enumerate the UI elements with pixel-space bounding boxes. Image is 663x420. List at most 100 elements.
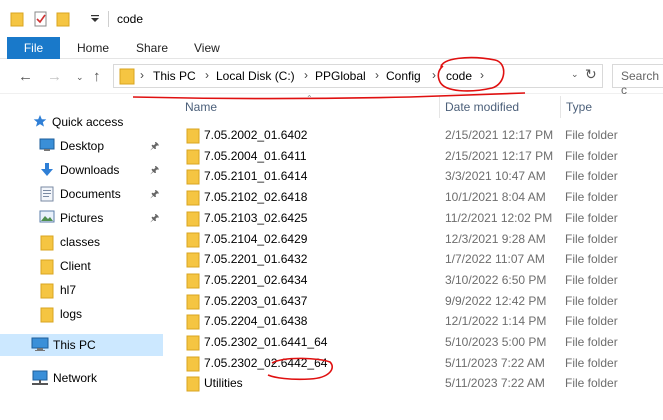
folder-icon — [186, 335, 200, 351]
file-type: File folder — [565, 376, 618, 391]
refresh-icon[interactable]: ↻ — [585, 66, 597, 83]
table-row[interactable]: 7.05.2101_01.6414 3/3/2021 10:47 AM File f… — [180, 165, 663, 187]
download-icon — [41, 163, 53, 176]
tab-home[interactable]: Home — [77, 41, 109, 55]
pin-icon[interactable]: 🖈 — [150, 211, 159, 228]
table-row[interactable]: 7.05.2302_02.6442_64 5/11/2023 7:22 AM Fil… — [180, 352, 663, 374]
sidebar-item-label: Client — [60, 259, 91, 273]
sidebar-item-client[interactable]: Client — [0, 255, 163, 277]
folder-icon — [40, 307, 54, 323]
pin-icon[interactable]: 🖈 — [150, 139, 159, 156]
pin-icon[interactable]: 🖈 — [150, 163, 159, 180]
sidebar-item-documents[interactable]: Documents 🖈 — [0, 183, 163, 205]
sidebar-item-classes[interactable]: classes — [0, 231, 163, 253]
folder-icon — [186, 314, 200, 330]
file-date-modified: 10/1/2021 8:04 AM — [445, 190, 546, 205]
chevron-right-icon[interactable]: › — [480, 68, 484, 82]
sidebar-item-downloads[interactable]: Downloads 🖈 — [0, 159, 163, 181]
computer-icon — [31, 337, 49, 351]
sidebar-item-label: Quick access — [52, 115, 124, 129]
table-row[interactable]: 7.05.2203_01.6437 9/9/2022 12:42 PM File f… — [180, 290, 663, 312]
column-divider[interactable] — [560, 96, 561, 118]
table-row[interactable]: 7.05.2002_01.6402 2/15/2021 12:17 PM File … — [180, 124, 663, 146]
column-divider[interactable] — [439, 96, 440, 118]
folder-icon — [186, 211, 200, 227]
window-title: code — [117, 12, 144, 26]
chevron-right-icon[interactable]: › — [375, 68, 379, 82]
table-row[interactable]: Utilities 5/11/2023 7:22 AM File folder — [180, 372, 663, 394]
file-name: 7.05.2302_01.6441_64 — [204, 335, 328, 349]
sidebar-item-quick-access[interactable]: Quick access — [0, 111, 163, 133]
file-type: File folder — [565, 293, 618, 308]
customize-toolbar-icon[interactable] — [90, 14, 100, 24]
sidebar-item-label: This PC — [53, 338, 96, 352]
table-row[interactable]: 7.05.2004_01.6411 2/15/2021 12:17 PM File … — [180, 145, 663, 167]
file-name: 7.05.2103_02.6425 — [204, 210, 308, 225]
breadcrumb-this-pc[interactable]: This PC — [153, 69, 196, 83]
chevron-right-icon[interactable]: › — [304, 68, 308, 82]
file-date-modified: 5/11/2023 7:22 AM — [445, 376, 545, 391]
tab-share[interactable]: Share — [136, 41, 168, 55]
table-row[interactable]: 7.05.2102_02.6418 10/1/2021 8:04 AM File f… — [180, 186, 663, 208]
new-folder-icon[interactable] — [56, 11, 70, 27]
chevron-right-icon[interactable]: › — [205, 68, 209, 82]
sidebar-item-network[interactable]: Network — [0, 367, 163, 389]
table-row[interactable]: 7.05.2103_02.6425 11/2/2021 12:02 PM File … — [180, 207, 663, 229]
table-row[interactable]: 7.05.2302_01.6441_64 5/10/2023 5:00 PM Fil… — [180, 331, 663, 353]
sidebar-item-label: Desktop — [60, 139, 105, 153]
folder-icon — [186, 356, 200, 372]
file-date-modified: 11/2/2021 12:02 PM — [445, 210, 553, 225]
tab-view[interactable]: View — [194, 41, 220, 55]
sort-up-icon: ⌃ — [306, 94, 313, 103]
file-type: File folder — [565, 210, 618, 225]
desktop-icon — [39, 138, 55, 151]
file-type: File folder — [565, 128, 618, 142]
file-name: 7.05.2204_01.6438 — [204, 314, 308, 329]
address-dropdown-icon[interactable]: ⌄ — [571, 69, 579, 80]
folder-icon — [186, 252, 200, 268]
forward-arrow-icon[interactable]: → — [47, 68, 62, 85]
recent-locations-icon[interactable]: ⌄ — [76, 72, 84, 83]
navigation-pane: Quick access Desktop 🖈 Downloads 🖈 Docum… — [0, 94, 165, 420]
table-row[interactable]: 7.05.2204_01.6438 12/1/2022 1:14 PM File f… — [180, 310, 663, 332]
tab-file[interactable]: File — [7, 37, 60, 59]
sidebar-item-hl7[interactable]: hl7 — [0, 279, 163, 301]
column-header-date[interactable]: Date modified — [445, 100, 519, 114]
table-row[interactable]: 7.05.2104_02.6429 12/3/2021 9:28 AM File f… — [180, 228, 663, 250]
pin-icon[interactable]: 🖈 — [150, 187, 159, 204]
sidebar-item-this-pc[interactable]: This PC — [0, 334, 163, 356]
folder-icon — [40, 235, 54, 251]
chevron-right-icon[interactable]: › — [140, 68, 144, 82]
folder-icon[interactable] — [10, 11, 24, 27]
folder-icon — [186, 376, 200, 392]
file-name: 7.05.2101_01.6414 — [204, 169, 308, 184]
sidebar-item-pictures[interactable]: Pictures 🖈 — [0, 207, 163, 229]
file-name: 7.05.2002_01.6402 — [204, 128, 308, 142]
table-row[interactable]: 7.05.2201_01.6432 1/7/2022 11:07 AM File f… — [180, 248, 663, 270]
back-arrow-icon[interactable]: ← — [18, 68, 33, 85]
folder-icon — [186, 169, 200, 185]
properties-icon[interactable] — [33, 11, 49, 27]
breadcrumb-ppglobal[interactable]: PPGlobal — [315, 69, 366, 83]
sidebar-item-logs[interactable]: logs — [0, 303, 163, 325]
file-date-modified: 9/9/2022 12:42 PM — [445, 293, 547, 308]
breadcrumb-local-disk[interactable]: Local Disk (C:) — [216, 69, 295, 83]
column-header-name[interactable]: Name — [185, 100, 217, 114]
breadcrumb-code[interactable]: code — [446, 69, 472, 83]
file-name: 7.05.2201_01.6432 — [204, 252, 308, 267]
up-arrow-icon[interactable]: ↑ — [93, 68, 101, 85]
chevron-right-icon[interactable]: › — [432, 68, 436, 82]
folder-icon — [186, 128, 200, 144]
folder-icon — [186, 294, 200, 310]
breadcrumb-config[interactable]: Config — [386, 69, 421, 83]
ribbon: File Home Share View — [0, 37, 663, 59]
file-type: File folder — [565, 335, 618, 349]
folder-icon — [186, 190, 200, 206]
table-row[interactable]: 7.05.2201_02.6434 3/10/2022 6:50 PM File f… — [180, 269, 663, 291]
folder-icon — [186, 149, 200, 165]
sidebar-item-desktop[interactable]: Desktop 🖈 — [0, 135, 163, 157]
sidebar-item-label: logs — [60, 307, 83, 321]
column-header-type[interactable]: Type — [566, 100, 592, 114]
title-separator — [108, 11, 109, 27]
star-icon — [33, 115, 47, 127]
